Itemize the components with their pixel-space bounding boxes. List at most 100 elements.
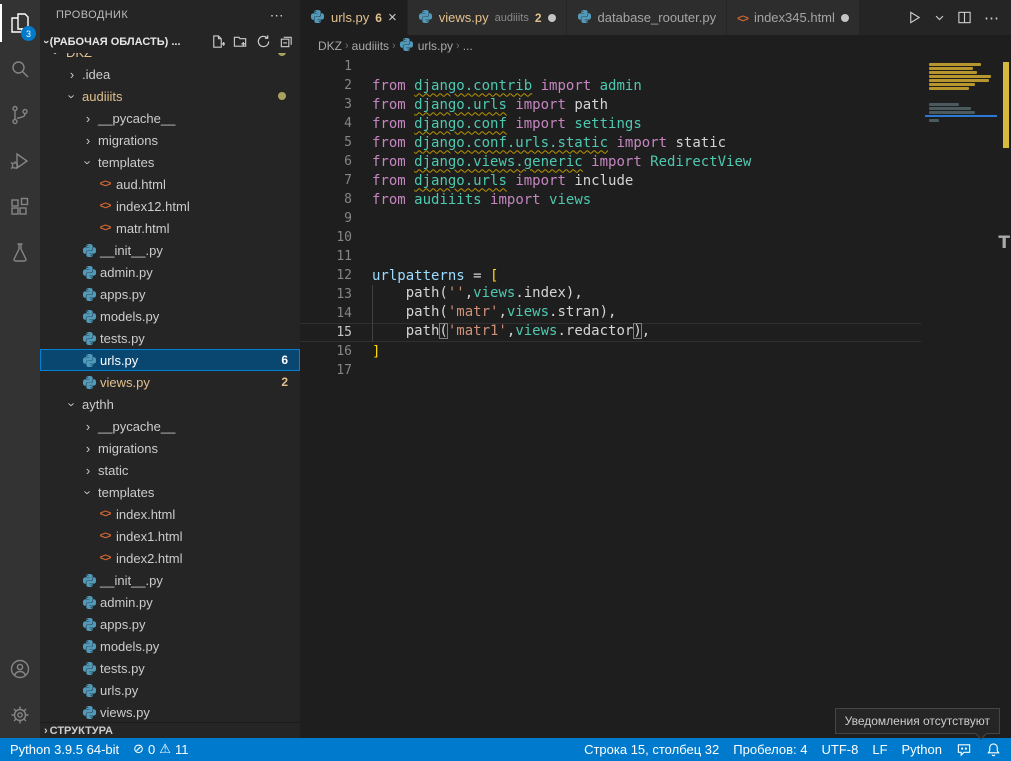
tab-urls.py[interactable]: urls.py6× [300, 0, 408, 35]
code-editor[interactable]: 12from django.contrib import admin3from … [300, 57, 1011, 738]
testing-icon[interactable] [0, 230, 40, 276]
tree-file-__init__.py[interactable]: __init__.py [40, 569, 300, 591]
tree-folder-.idea[interactable]: ›.idea [40, 63, 300, 85]
tree-folder-migrations[interactable]: ›migrations [40, 437, 300, 459]
html-icon: <> [96, 178, 114, 190]
code-line-2: 2from django.contrib import admin [300, 76, 921, 95]
tree-folder-templates[interactable]: ›templates [40, 151, 300, 173]
run-dropdown-chevron-icon[interactable] [934, 12, 945, 23]
breadcrumb-separator: › [345, 40, 349, 52]
breadcrumb-separator: › [392, 40, 396, 52]
split-editor-icon[interactable] [957, 10, 972, 25]
settings-gear-icon[interactable] [0, 692, 40, 738]
extensions-icon[interactable] [0, 184, 40, 230]
tree-file-admin.py[interactable]: admin.py [40, 261, 300, 283]
tree-file-tests.py[interactable]: tests.py [40, 657, 300, 679]
tree-folder-__pycache__[interactable]: ›__pycache__ [40, 107, 300, 129]
line-number: 12 [300, 268, 352, 283]
tab-views.py[interactable]: views.pyaudiiits2 [408, 0, 567, 35]
python-icon [80, 265, 98, 280]
new-folder-icon[interactable] [233, 34, 248, 49]
tree-file-views.py[interactable]: views.py [40, 701, 300, 722]
tree-file-models.py[interactable]: models.py [40, 305, 300, 327]
tree-file-apps.py[interactable]: apps.py [40, 613, 300, 635]
status-language-mode[interactable]: Python [902, 742, 942, 757]
tab-bar: urls.py6×views.pyaudiiits2database_roout… [300, 0, 1011, 35]
dirty-dot-icon[interactable] [548, 14, 556, 22]
tree-file-index1.html[interactable]: <>index1.html [40, 525, 300, 547]
breadcrumb-item-urls.py[interactable]: urls.py [399, 37, 453, 55]
tree-file-apps.py[interactable]: apps.py [40, 283, 300, 305]
more-actions-icon[interactable]: ⋯ [270, 7, 284, 24]
tree-file-index.html[interactable]: <>index.html [40, 503, 300, 525]
tabs: urls.py6×views.pyaudiiits2database_roout… [300, 0, 860, 35]
overview-ruler-scrollbar[interactable]: T [997, 57, 1011, 738]
tree-folder-migrations[interactable]: ›migrations [40, 129, 300, 151]
collapse-all-icon[interactable] [279, 34, 294, 49]
tree-folder-__pycache__[interactable]: ›__pycache__ [40, 415, 300, 437]
errors-icon: ⊘ [133, 742, 144, 757]
tree-folder-static[interactable]: ›static [40, 459, 300, 481]
minimap[interactable] [925, 57, 997, 738]
tab-index345.html[interactable]: <>index345.html [727, 0, 860, 35]
line-number: 8 [300, 192, 352, 207]
line-number: 11 [300, 249, 352, 264]
refresh-icon[interactable] [256, 34, 271, 49]
tree-folder-audiiits[interactable]: ›audiiits [40, 85, 300, 107]
tree-file-urls.py[interactable]: urls.py6 [40, 349, 300, 371]
tree-file-views.py[interactable]: views.py2 [40, 371, 300, 393]
html-icon: <> [96, 530, 114, 542]
status-eol[interactable]: LF [872, 742, 887, 757]
more-actions-icon[interactable]: ⋯ [984, 9, 999, 27]
chevron-right-icon: › [44, 725, 48, 737]
chevron-right-icon: › [80, 441, 96, 456]
source-control-icon[interactable] [0, 92, 40, 138]
search-icon[interactable] [0, 46, 40, 92]
status-encoding[interactable]: UTF-8 [822, 742, 859, 757]
tree-file-tests.py[interactable]: tests.py [40, 327, 300, 349]
tree-file-__init__.py[interactable]: __init__.py [40, 239, 300, 261]
explorer-icon[interactable]: 3 [0, 0, 40, 46]
account-icon[interactable] [0, 646, 40, 692]
python-icon [80, 331, 98, 346]
python-icon [80, 595, 98, 610]
outline-section[interactable]: › СТРУКТУРА [40, 722, 300, 738]
breadcrumb-item-...[interactable]: ... [463, 39, 473, 53]
file-tree: ›DKZ›.idea›audiiits›__pycache__›migratio… [40, 53, 300, 722]
breadcrumb-item-audiiits[interactable]: audiiits [352, 39, 389, 53]
dirty-dot-icon[interactable] [841, 14, 849, 22]
sidebar-explorer: ПРОВОДНИК ⋯ › (РАБОЧАЯ ОБЛАСТЬ) ... [40, 0, 300, 738]
breadcrumb-item-DKZ[interactable]: DKZ [318, 39, 342, 53]
new-file-icon[interactable] [210, 34, 225, 49]
tree-file-index12.html[interactable]: <>index12.html [40, 195, 300, 217]
tab-database_roouter.py[interactable]: database_roouter.py [567, 0, 728, 35]
code-line-17: 17 [300, 361, 921, 380]
problems-indicator[interactable]: ⊘ 0 ⚠ 11 [133, 742, 188, 757]
python-icon [418, 9, 433, 27]
run-button[interactable] [907, 10, 922, 25]
tree-folder-aythh[interactable]: ›aythh [40, 393, 300, 415]
tree-file-aud.html[interactable]: <>aud.html [40, 173, 300, 195]
workspace-header[interactable]: › (РАБОЧАЯ ОБЛАСТЬ) ... [40, 30, 300, 53]
python-icon [80, 683, 98, 698]
status-indentation[interactable]: Пробелов: 4 [733, 742, 807, 757]
warnings-count: 11 [175, 742, 189, 757]
python-interpreter[interactable]: Python 3.9.5 64-bit [10, 742, 119, 757]
run-debug-icon[interactable] [0, 138, 40, 184]
activity-bar: 3 [0, 0, 40, 738]
close-icon[interactable]: × [388, 10, 397, 25]
python-icon [80, 243, 98, 258]
status-cursor-position[interactable]: Строка 15, столбец 32 [584, 742, 719, 757]
code-line-6: 6from django.views.generic import Redire… [300, 152, 921, 171]
tree-folder-templates[interactable]: ›templates [40, 481, 300, 503]
tree-file-matr.html[interactable]: <>matr.html [40, 217, 300, 239]
status-feedback-icon[interactable] [956, 742, 972, 757]
tree-file-models.py[interactable]: models.py [40, 635, 300, 657]
tree-folder-DKZ[interactable]: ›DKZ [40, 53, 300, 63]
tree-file-urls.py[interactable]: urls.py [40, 679, 300, 701]
tree-file-admin.py[interactable]: admin.py [40, 591, 300, 613]
status-notifications-icon[interactable] [986, 742, 1001, 757]
python-icon [399, 37, 414, 55]
tree-file-index2.html[interactable]: <>index2.html [40, 547, 300, 569]
line-number: 14 [300, 306, 352, 321]
